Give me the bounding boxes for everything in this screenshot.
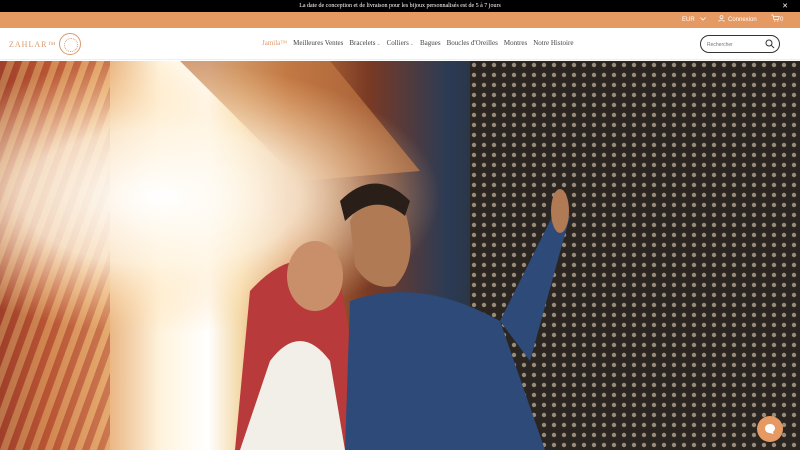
brand-logo[interactable]: ZAHLAR™	[9, 32, 82, 56]
search-box[interactable]	[700, 35, 780, 53]
emblem-icon	[59, 33, 82, 55]
nav-label: Colliers	[386, 39, 409, 47]
nav-label: Notre Histoire	[533, 39, 574, 47]
user-icon	[718, 15, 725, 22]
utility-bar: EUR Connexion 0	[0, 12, 800, 28]
account-label: Connexion	[728, 17, 757, 23]
nav-item-colliers[interactable]: Colliers⌄	[387, 39, 414, 47]
account-link[interactable]: Connexion	[718, 12, 757, 28]
currency-selector[interactable]: EUR	[682, 12, 707, 28]
nav-label: Bagues	[420, 39, 441, 47]
chevron-down-icon	[700, 17, 707, 21]
chevron-down-icon: ⌄	[409, 42, 414, 47]
hero-banner[interactable]	[0, 61, 800, 450]
nav-label: Jamila™	[262, 39, 288, 47]
cart-count: 0	[780, 17, 784, 23]
site-header: ZAHLAR™ Jamila™ Meilleures Ventes Bracelet…	[0, 28, 800, 60]
announcement-text: La date de conception et de livraison po…	[299, 3, 501, 9]
brand-name: ZAHLAR™	[9, 39, 57, 49]
chevron-down-icon: ⌄	[376, 42, 381, 47]
cart-button[interactable]: 0	[771, 12, 783, 28]
nav-label: Meilleures Ventes	[293, 39, 344, 47]
currency-label: EUR	[682, 17, 695, 23]
nav-label: Boucles d'Oreilles	[446, 39, 498, 47]
close-announcement-icon[interactable]: ✕	[782, 0, 788, 12]
main-navigation: Jamila™ Meilleures Ventes Bracelets⌄ Collie…	[262, 39, 573, 47]
nav-item-notre-histoire[interactable]: Notre Histoire	[533, 39, 573, 47]
nav-item-boucles-d-oreilles[interactable]: Boucles d'Oreilles	[447, 39, 498, 47]
nav-item-montres[interactable]: Montres	[504, 39, 527, 47]
nav-label: Bracelets	[349, 39, 376, 47]
nav-item-bagues[interactable]: Bagues	[420, 39, 441, 47]
cart-icon	[771, 14, 780, 22]
announcement-bar: La date de conception et de livraison po…	[0, 0, 800, 12]
nav-item-jamila[interactable]: Jamila™	[262, 39, 287, 47]
nav-label: Montres	[503, 39, 528, 47]
chat-button[interactable]	[757, 416, 783, 442]
chat-icon	[765, 424, 775, 434]
search-input[interactable]	[707, 39, 763, 50]
nav-item-bracelets[interactable]: Bracelets⌄	[349, 39, 380, 47]
nav-item-meilleures-ventes[interactable]: Meilleures Ventes	[293, 39, 343, 47]
search-icon[interactable]	[765, 39, 775, 49]
hero-image	[0, 61, 800, 450]
